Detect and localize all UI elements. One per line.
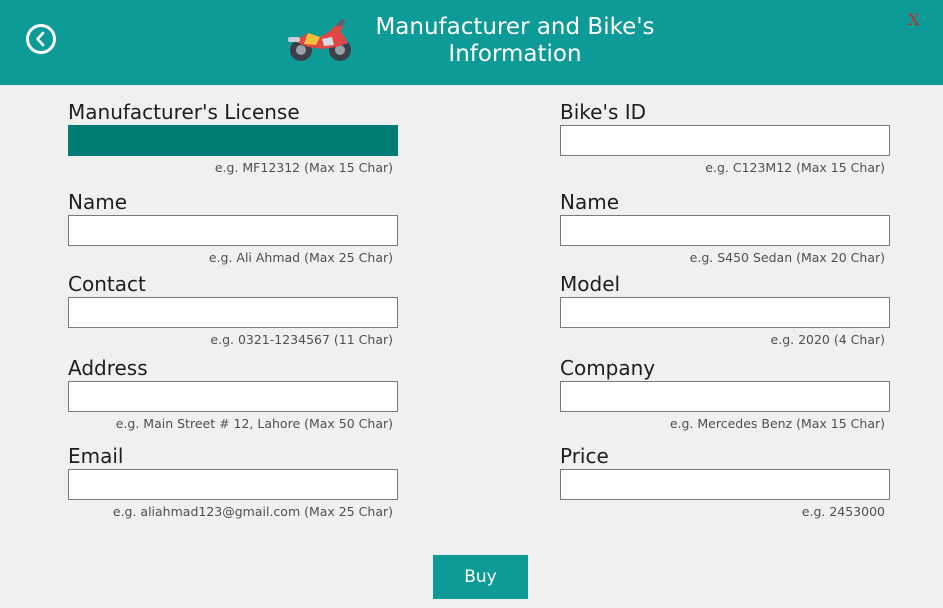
- bike-price-label: Price: [560, 444, 609, 468]
- bike-name-label: Name: [560, 190, 620, 214]
- bike-price-field: Price e.g. 2453000: [560, 443, 890, 520]
- bike-model-label: Model: [560, 272, 621, 296]
- manufacturer-address-input[interactable]: [68, 381, 398, 412]
- page-title-line-1: Manufacturer and Bike's: [375, 14, 655, 40]
- back-button[interactable]: [26, 24, 56, 54]
- bike-model-field: Model e.g. 2020 (4 Char): [560, 271, 890, 348]
- manufacturer-license-input[interactable]: [68, 125, 398, 156]
- bike-name-field: Name e.g. S450 Sedan (Max 20 Char): [560, 189, 890, 266]
- manufacturer-address-label: Address: [68, 356, 148, 380]
- bike-price-hint: e.g. 2453000: [801, 504, 885, 519]
- header-bar: Manufacturer and Bike's Information X: [0, 0, 943, 85]
- bike-name-hint: e.g. S450 Sedan (Max 20 Char): [689, 250, 885, 265]
- circle-chevron-left-icon: [36, 31, 45, 47]
- manufacturer-contact-input[interactable]: [68, 297, 398, 328]
- manufacturer-name-input[interactable]: [68, 215, 398, 246]
- bike-price-input[interactable]: [560, 469, 890, 500]
- page-title: Manufacturer and Bike's Information: [360, 14, 670, 68]
- bike-id-hint: e.g. C123M12 (Max 15 Char): [705, 160, 885, 175]
- bike-name-input[interactable]: [560, 215, 890, 246]
- manufacturer-license-hint: e.g. MF12312 (Max 15 Char): [214, 160, 393, 175]
- page-title-line-2: Information: [448, 41, 582, 67]
- manufacturer-email-field: Email e.g. aliahmad123@gmail.com (Max 25…: [68, 443, 398, 520]
- manufacturer-name-label: Name: [68, 190, 128, 214]
- bike-id-input[interactable]: [560, 125, 890, 156]
- manufacturer-name-field: Name e.g. Ali Ahmad (Max 25 Char): [68, 189, 398, 266]
- motorbike-logo-icon: [288, 19, 351, 61]
- manufacturer-address-hint: e.g. Main Street # 12, Lahore (Max 50 Ch…: [115, 416, 393, 431]
- buy-button[interactable]: Buy: [433, 555, 528, 599]
- bike-id-label: Bike's ID: [560, 100, 647, 124]
- bike-company-input[interactable]: [560, 381, 890, 412]
- bike-model-input[interactable]: [560, 297, 890, 328]
- manufacturer-email-hint: e.g. aliahmad123@gmail.com (Max 25 Char): [112, 504, 393, 519]
- manufacturer-contact-label: Contact: [68, 272, 146, 296]
- manufacturer-license-field: Manufacturer's License e.g. MF12312 (Max…: [68, 99, 398, 176]
- manufacturer-address-field: Address e.g. Main Street # 12, Lahore (M…: [68, 355, 398, 432]
- bike-company-field: Company e.g. Mercedes Benz (Max 15 Char): [560, 355, 890, 432]
- manufacturer-email-input[interactable]: [68, 469, 398, 500]
- manufacturer-license-label: Manufacturer's License: [68, 100, 300, 124]
- bike-model-hint: e.g. 2020 (4 Char): [770, 332, 885, 347]
- bike-id-field: Bike's ID e.g. C123M12 (Max 15 Char): [560, 99, 890, 176]
- close-button[interactable]: X: [908, 10, 919, 29]
- bike-company-hint: e.g. Mercedes Benz (Max 15 Char): [669, 416, 885, 431]
- manufacturer-email-label: Email: [68, 444, 124, 468]
- bike-company-label: Company: [560, 356, 656, 380]
- manufacturer-contact-field: Contact e.g. 0321-1234567 (11 Char): [68, 271, 398, 348]
- manufacturer-name-hint: e.g. Ali Ahmad (Max 25 Char): [208, 250, 393, 265]
- manufacturer-contact-hint: e.g. 0321-1234567 (11 Char): [210, 332, 393, 347]
